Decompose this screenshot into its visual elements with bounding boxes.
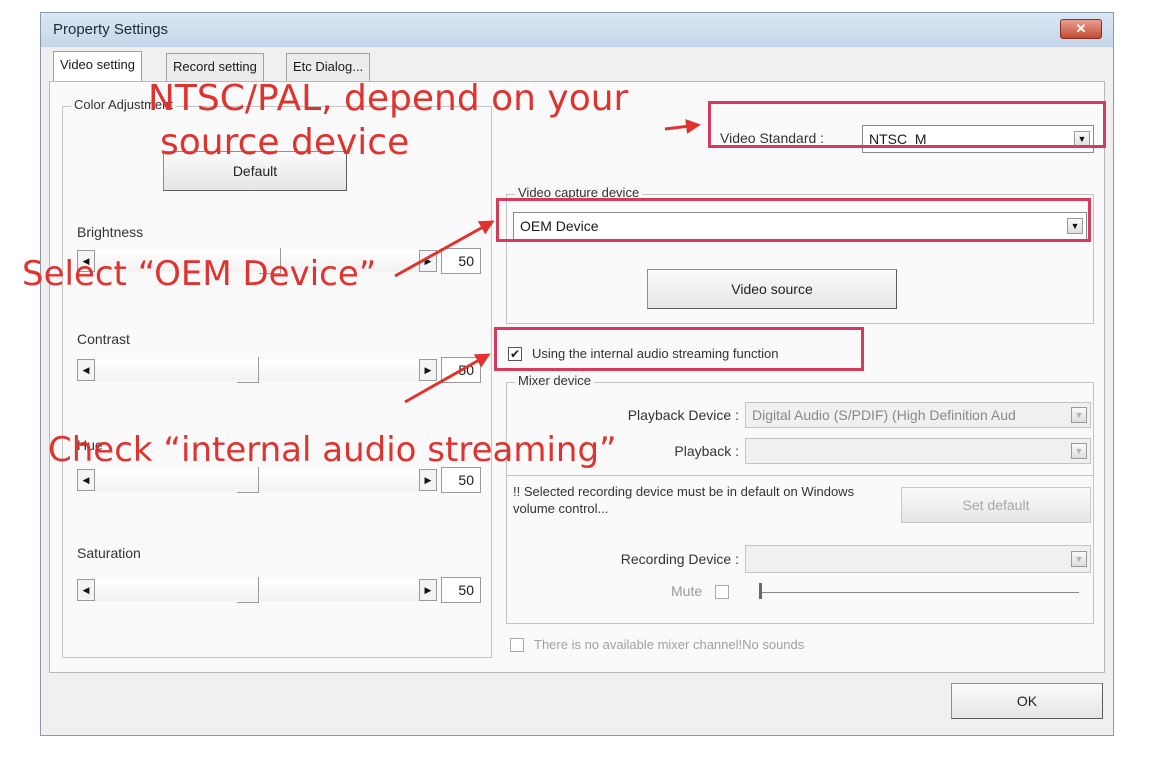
arrow-to-capture-device <box>394 220 495 278</box>
arrow-to-video-standard <box>664 118 701 134</box>
annotation-standard-line2: source device <box>160 122 410 163</box>
arrow-to-audio-checkbox <box>404 353 491 404</box>
annotation-standard-line1: NTSC/PAL, depend on your <box>148 78 629 119</box>
annotation-select-oem: Select “OEM Device” <box>22 254 377 294</box>
annotation-check-audio: Check “internal audio streaming” <box>48 430 617 470</box>
